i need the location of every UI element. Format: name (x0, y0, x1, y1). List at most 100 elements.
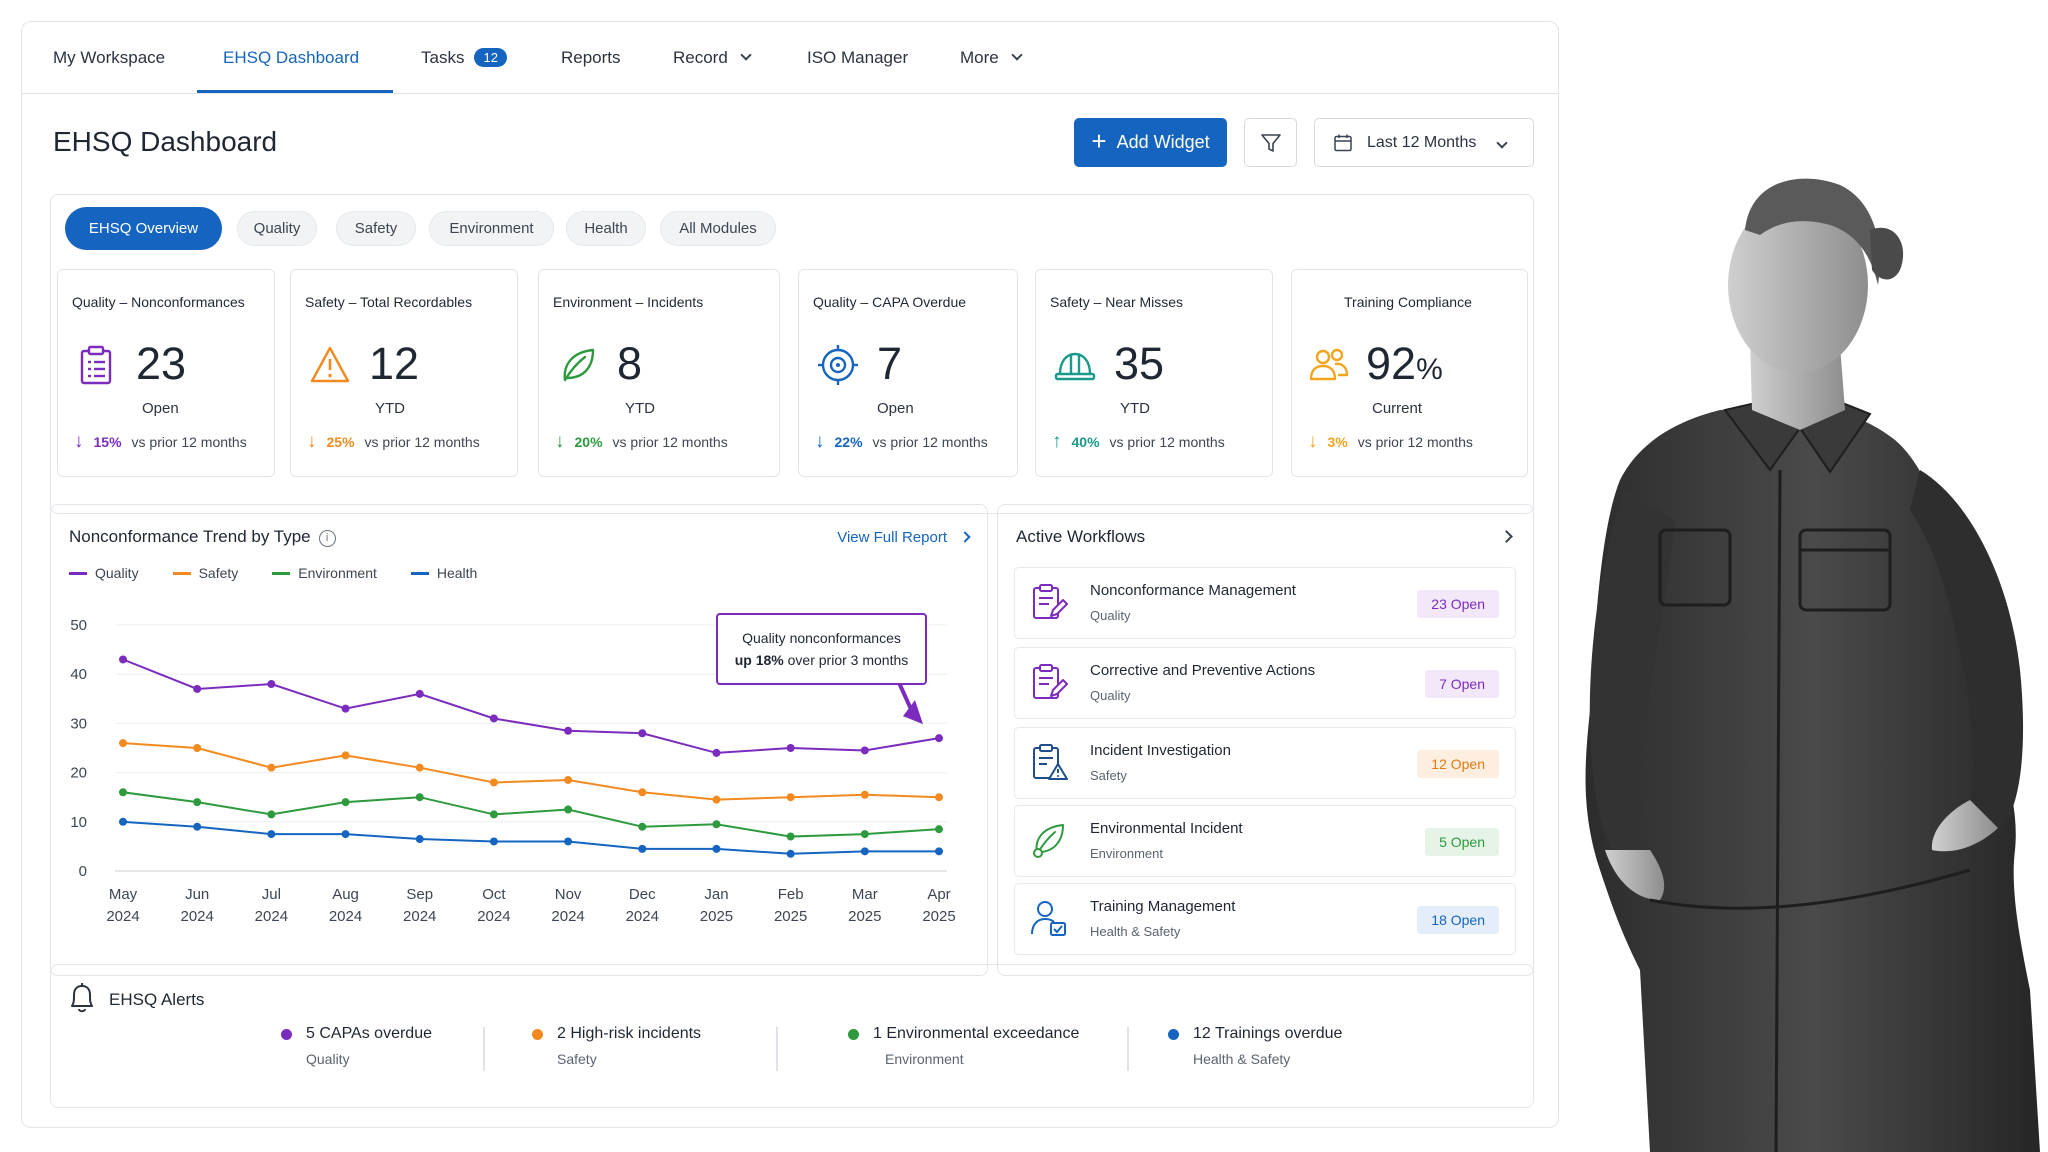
nav-iso-manager[interactable]: ISO Manager (807, 48, 908, 68)
page-title: EHSQ Dashboard (53, 126, 278, 157)
tab-all-modules[interactable]: All Modules (660, 211, 776, 246)
nonconformance-trend-panel: 0 10 20 30 40 50 May 2024 Jun 2024 Jul 2024 Aug 2024 S… (50, 504, 988, 976)
x-tick-label: Apr (927, 886, 950, 903)
alert-item[interactable]: 5 CAPAs overdue Quality (281, 1025, 432, 1067)
filter-button[interactable] (1244, 118, 1297, 167)
target-icon (818, 345, 858, 385)
x-tick-label: Aug (332, 886, 359, 903)
status-dot (532, 1028, 543, 1040)
kpi-trend: ↓ 25% vs prior 12 months (307, 431, 480, 453)
workflow-open-badge: 7 Open (1425, 670, 1499, 698)
kpi-card-training-compliance[interactable]: Training Compliance 92% Current ↓ 3% vs pr… (1291, 269, 1528, 477)
workflow-name: Nonconformance Management (1090, 582, 1296, 599)
workflow-row[interactable]: Nonconformance Management Quality 23 Ope… (1014, 567, 1516, 639)
x-tick-label: Mar (852, 886, 878, 903)
status-dot (848, 1028, 859, 1040)
kpi-card-environment-incidents[interactable]: Environment – Incidents 8 YTD ↓ 20% vs pri… (538, 269, 780, 477)
chevron-right-icon (959, 531, 971, 543)
legend-swatch (272, 571, 291, 575)
tab-label: All Modules (679, 220, 757, 237)
legend-health: Health (410, 565, 477, 581)
alert-module: Quality (306, 1051, 350, 1067)
callout-highlight: up 18% (734, 652, 784, 668)
tab-ehsq-overview[interactable]: EHSQ Overview (65, 207, 222, 250)
view-full-report-link[interactable]: View Full Report (837, 529, 971, 546)
data-point-safety (638, 788, 647, 797)
x-tick-year-label: 2024 (106, 908, 139, 925)
x-tick-year-label: 2024 (403, 908, 436, 925)
data-point-quality (860, 746, 869, 755)
nav-reports[interactable]: Reports (561, 48, 621, 68)
kpi-trend-value: 25% (326, 434, 355, 450)
kpi-number: 35 (1114, 338, 1165, 389)
data-point-health (935, 847, 943, 856)
workflow-module: Health & Safety (1090, 924, 1181, 939)
add-widget-button[interactable]: + Add Widget (1074, 118, 1227, 167)
tab-health[interactable]: Health (566, 211, 646, 246)
data-point-environment (341, 798, 350, 807)
workflow-row[interactable]: Training Management Health & Safety 18 O… (1014, 883, 1516, 955)
legend-swatch (69, 571, 87, 575)
y-tick-label: 10 (70, 814, 87, 831)
kpi-card-quality-capa-overdue[interactable]: Quality – CAPA Overdue 7 Open ↓ 22% vs pri… (798, 269, 1018, 477)
legend-quality: Quality (69, 565, 139, 581)
kpi-subtext: Open (877, 400, 914, 417)
divider (1127, 1027, 1129, 1071)
divider (483, 1027, 485, 1071)
nav-tasks[interactable]: Tasks 12 (421, 48, 507, 68)
tab-quality[interactable]: Quality (237, 211, 317, 246)
kpi-trend-text: vs prior 12 months (612, 434, 728, 450)
chevron-down-icon (1011, 49, 1023, 61)
nav-my-workspace[interactable]: My Workspace (53, 48, 165, 68)
overview-panel: EHSQ Overview Quality Safety Environment… (50, 194, 1534, 514)
data-point-safety (267, 763, 276, 772)
tab-environment[interactable]: Environment (429, 211, 554, 246)
data-point-health (489, 837, 498, 846)
plus-icon: + (1091, 126, 1107, 156)
y-tick-label: 30 (70, 715, 87, 732)
data-point-environment (712, 820, 721, 829)
data-point-safety (564, 775, 573, 784)
kpi-subtext: Open (142, 400, 179, 417)
tab-label: Safety (354, 220, 398, 237)
kpi-number: 23 (136, 338, 187, 389)
kpi-value: 92% (1366, 338, 1443, 390)
alert-item[interactable]: 1 Environmental exceedance Environment (848, 1025, 1079, 1067)
kpi-value: 12 (369, 338, 419, 390)
series-line-safety (122, 742, 940, 801)
workflow-open-badge: 23 Open (1417, 590, 1499, 618)
nav-more[interactable]: More (960, 48, 1023, 68)
kpi-trend-value: 15% (93, 434, 122, 450)
info-icon[interactable]: i (318, 530, 336, 547)
workflow-name: Training Management (1090, 898, 1236, 915)
nav-record[interactable]: Record (673, 48, 752, 68)
alert-item[interactable]: 12 Trainings overdue Health & Safety (1168, 1025, 1342, 1067)
x-tick-year-label: 2024 (477, 908, 510, 925)
annotation-arrowhead (903, 700, 923, 725)
legend-label: Safety (198, 565, 239, 581)
kpi-card-safety-total-recordables[interactable]: Safety – Total Recordables 12 YTD ↓ 25% vs… (290, 269, 518, 477)
x-tick-year-label: 2024 (180, 908, 213, 925)
arrow-down-icon: ↓ (815, 431, 825, 452)
clipboard-edit-icon (1033, 584, 1068, 619)
nav-label: Tasks (421, 48, 465, 67)
x-tick-year-label: 2025 (922, 908, 955, 925)
x-tick-label: Jun (185, 886, 209, 903)
workflow-row[interactable]: Corrective and Preventive Actions Qualit… (1014, 647, 1516, 719)
data-point-quality (193, 684, 202, 693)
nav-label: My Workspace (53, 48, 166, 67)
kpi-title: Training Compliance (1344, 294, 1472, 310)
kpi-trend-value: 20% (574, 434, 603, 450)
alert-text: 5 CAPAs overdue (306, 1025, 432, 1042)
hard-hat-icon (1054, 352, 1096, 381)
tab-safety[interactable]: Safety (336, 211, 416, 246)
workflow-row[interactable]: Environmental Incident Environment 5 Ope… (1014, 805, 1516, 877)
kpi-trend-text: vs prior 12 months (1109, 434, 1225, 450)
workflow-row[interactable]: Incident Investigation Safety 12 Open (1014, 727, 1516, 799)
nav-label: Reports (561, 48, 621, 67)
alert-item[interactable]: 2 High-risk incidents Safety (532, 1025, 701, 1067)
kpi-card-safety-near-misses[interactable]: Safety – Near Misses 35 YTD ↑ 40% vs prior… (1035, 269, 1273, 477)
kpi-card-quality-nonconformances[interactable]: Quality – Nonconformances 23 Open ↓ 15% vs… (57, 269, 275, 477)
nav-ehsq-dashboard[interactable]: EHSQ Dashboard (223, 48, 359, 68)
legend-label: Quality (95, 565, 139, 581)
